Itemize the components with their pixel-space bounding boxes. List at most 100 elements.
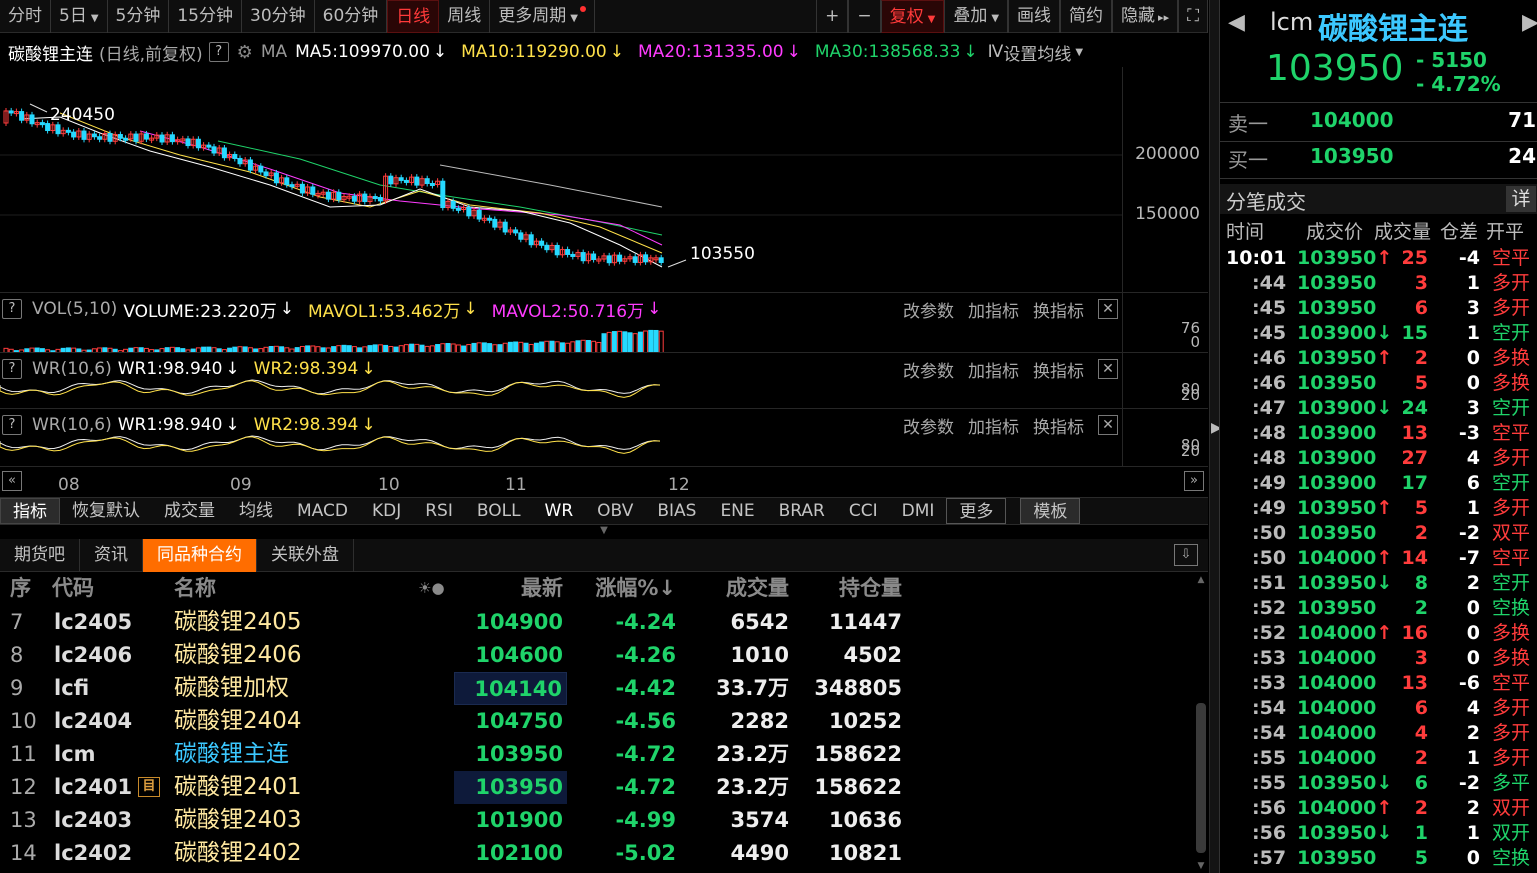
col-oi[interactable]: 持仓量 bbox=[839, 572, 902, 605]
indicator-tab-item[interactable]: 指标 bbox=[0, 498, 60, 524]
candle-body bbox=[325, 191, 331, 200]
table-row[interactable]: 7 lc2405 碳酸锂2405 104900 -4.24 6542 11447 bbox=[0, 606, 1190, 639]
help-button[interactable]: ? bbox=[2, 415, 22, 435]
collapse-right-panel-handle[interactable]: ▶ bbox=[1209, 0, 1222, 873]
tool-button-5[interactable]: 简约 bbox=[1060, 0, 1113, 33]
switch-indicator-button[interactable]: 换指标 bbox=[1033, 357, 1084, 382]
close-icon[interactable]: ✕ bbox=[1098, 415, 1118, 435]
tool-button-4[interactable]: 画线 bbox=[1008, 0, 1061, 33]
sun-icon[interactable]: ☀● bbox=[418, 572, 445, 605]
indicator-tab-ene[interactable]: ENE bbox=[708, 498, 766, 524]
indicator-tab-item[interactable]: 模板 bbox=[1020, 498, 1081, 524]
indicator-tab-brar[interactable]: BRAR bbox=[767, 498, 837, 524]
next-contract-button[interactable]: ▶ bbox=[1522, 10, 1537, 35]
bid-row[interactable]: 买一 103950 24 bbox=[1220, 144, 1537, 174]
prev-contract-button[interactable]: ◀ bbox=[1228, 10, 1245, 35]
indicator-tab-dmi[interactable]: DMI bbox=[890, 498, 947, 524]
table-row[interactable]: 9 lcfi 碳酸锂加权 104140 -4.42 33.7万 348805 bbox=[0, 672, 1190, 705]
tick-volume: 14 bbox=[1401, 547, 1428, 569]
col-code[interactable]: 代码 bbox=[52, 572, 94, 605]
add-indicator-button[interactable]: 加指标 bbox=[968, 413, 1019, 438]
period-button-7[interactable]: 周线 bbox=[439, 0, 491, 33]
bottom-tab-0[interactable]: 期货吧 bbox=[0, 538, 80, 572]
tool-button-7[interactable]: ⛶ bbox=[1178, 0, 1208, 33]
indicator-tab-item[interactable]: 更多 bbox=[946, 498, 1007, 524]
gear-icon[interactable]: ⚙ bbox=[237, 42, 253, 63]
period-button-1[interactable]: 5日 ▼ bbox=[51, 0, 108, 33]
indicator-tab-kdj[interactable]: KDJ bbox=[360, 498, 413, 524]
set-ma-button[interactable]: 设置均线 bbox=[1003, 40, 1071, 65]
close-icon[interactable]: ✕ bbox=[1098, 359, 1118, 379]
kline-svg bbox=[0, 103, 1122, 268]
bottom-tab-2[interactable]: 同品种合约 bbox=[143, 538, 257, 572]
scrollbar-thumb[interactable] bbox=[1196, 703, 1206, 853]
period-button-8[interactable]: 更多周期 ▼ bbox=[490, 0, 595, 33]
indicator-tab-bias[interactable]: BIAS bbox=[645, 498, 708, 524]
table-row[interactable]: 12 lc2401 目碳酸锂2401 103950 -4.72 23.2万 158622 bbox=[0, 771, 1190, 804]
table-scrollbar[interactable]: ▲ ▼ bbox=[1195, 575, 1207, 873]
add-indicator-button[interactable]: 加指标 bbox=[968, 297, 1019, 322]
table-row[interactable]: 10 lc2404 碳酸锂2404 104750 -4.56 2282 10252 bbox=[0, 705, 1190, 738]
period-button-0[interactable]: 分时 bbox=[0, 0, 51, 33]
vol-axis-tick: 0 bbox=[1190, 333, 1200, 351]
indicator-tab-obv[interactable]: OBV bbox=[585, 498, 645, 524]
tool-button-0[interactable]: + bbox=[816, 0, 849, 33]
table-row[interactable]: 14 lc2402 碳酸锂2402 102100 -5.02 4490 10821 bbox=[0, 837, 1190, 870]
tool-button-2[interactable]: 复权 ▼ bbox=[880, 0, 945, 33]
tick-price: 104000 bbox=[1297, 747, 1377, 769]
tool-button-1[interactable]: − bbox=[848, 0, 881, 33]
bottom-tab-1[interactable]: 资讯 bbox=[80, 538, 143, 572]
indicator-tab-item[interactable]: 恢复默认 bbox=[60, 498, 152, 524]
switch-indicator-button[interactable]: 换指标 bbox=[1033, 413, 1084, 438]
indicator-tab-cci[interactable]: CCI bbox=[837, 498, 890, 524]
list-icon[interactable]: 目 bbox=[138, 777, 160, 797]
tool-button-6[interactable]: 隐藏 ▸▸ bbox=[1112, 0, 1179, 33]
ask-row[interactable]: 卖一 104000 71 bbox=[1220, 108, 1537, 138]
tool-button-3[interactable]: 叠加 ▼ bbox=[944, 0, 1009, 33]
col-latest[interactable]: 最新 bbox=[521, 572, 563, 605]
tick-oi-change: 0 bbox=[1466, 847, 1480, 869]
scroll-right-button[interactable]: » bbox=[1184, 471, 1204, 491]
table-row[interactable]: 11 lcm 碳酸锂主连 103950 -4.72 23.2万 158622 bbox=[0, 738, 1190, 771]
add-indicator-button[interactable]: 加指标 bbox=[968, 357, 1019, 382]
chevron-down-icon[interactable]: ▼ bbox=[1075, 47, 1083, 58]
splitter-handle[interactable]: ▼ bbox=[588, 526, 620, 536]
tick-volume: 5 bbox=[1414, 497, 1428, 519]
col-volume[interactable]: 成交量 bbox=[726, 572, 789, 605]
change-param-button[interactable]: 改参数 bbox=[903, 357, 954, 382]
period-button-4[interactable]: 30分钟 bbox=[242, 0, 315, 33]
indicator-tab-rsi[interactable]: RSI bbox=[413, 498, 465, 524]
switch-indicator-button[interactable]: 换指标 bbox=[1033, 297, 1084, 322]
close-icon[interactable]: ✕ bbox=[1098, 299, 1118, 319]
kline-chart[interactable]: 240450 103550 bbox=[0, 67, 1122, 292]
tick-price: 103950 bbox=[1297, 347, 1377, 369]
scroll-left-button[interactable]: « bbox=[2, 471, 22, 491]
tick-price: 103950 bbox=[1297, 822, 1377, 844]
indicator-tab-boll[interactable]: BOLL bbox=[465, 498, 533, 524]
download-icon[interactable]: ⇩ bbox=[1174, 544, 1198, 566]
tick-price: 103950 bbox=[1297, 497, 1377, 519]
table-row[interactable]: 8 lc2406 碳酸锂2406 104600 -4.26 1010 4502 bbox=[0, 639, 1190, 672]
period-button-6[interactable]: 日线 bbox=[387, 0, 440, 33]
indicator-tab-item[interactable]: 均线 bbox=[227, 498, 285, 524]
row-latest: 104900 bbox=[475, 610, 563, 634]
col-name[interactable]: 名称 bbox=[174, 572, 216, 605]
col-seq[interactable]: 序 bbox=[10, 572, 31, 605]
indicator-tab-item[interactable]: 成交量 bbox=[152, 498, 227, 524]
change-param-button[interactable]: 改参数 bbox=[903, 297, 954, 322]
detail-button[interactable]: 详 bbox=[1506, 186, 1536, 212]
help-button[interactable]: ? bbox=[208, 42, 229, 62]
change-param-button[interactable]: 改参数 bbox=[903, 413, 954, 438]
bottom-tab-3[interactable]: 关联外盘 bbox=[257, 538, 354, 572]
help-button[interactable]: ? bbox=[2, 299, 22, 319]
period-button-5[interactable]: 60分钟 bbox=[315, 0, 388, 33]
indicator-tab-wr[interactable]: WR bbox=[533, 498, 586, 524]
tick-oi-change: -2 bbox=[1458, 772, 1480, 794]
table-row[interactable]: 13 lc2403 碳酸锂2403 101900 -4.99 3574 10636 bbox=[0, 804, 1190, 837]
row-latest: 103950 bbox=[475, 742, 563, 766]
period-button-3[interactable]: 15分钟 bbox=[169, 0, 242, 33]
help-button[interactable]: ? bbox=[2, 359, 22, 379]
col-change[interactable]: 涨幅%↓ bbox=[595, 572, 676, 605]
period-button-2[interactable]: 5分钟 bbox=[108, 0, 170, 33]
indicator-tab-macd[interactable]: MACD bbox=[285, 498, 360, 524]
